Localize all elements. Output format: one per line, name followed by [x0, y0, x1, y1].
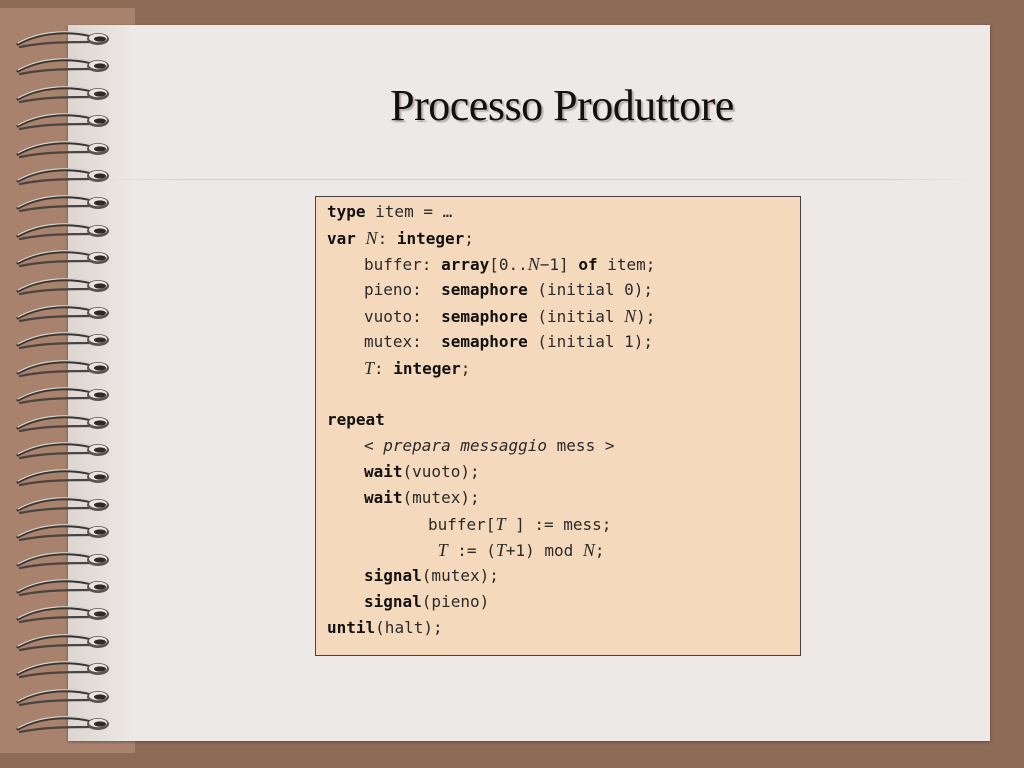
code-text: ; — [594, 541, 605, 560]
keyword: of — [578, 255, 598, 274]
spiral-ring — [16, 277, 109, 295]
code-text: (vuoto); — [402, 462, 480, 481]
spiral-ring — [16, 524, 109, 542]
spiral-ring — [16, 195, 109, 213]
spiral-ring — [16, 661, 109, 679]
code-line-mutex: mutex: semaphore (initial 1); — [364, 329, 653, 355]
keyword: type — [327, 202, 366, 221]
keyword: repeat — [327, 410, 385, 429]
spiral-ring — [16, 716, 109, 734]
code-text: buffer[ — [428, 515, 496, 534]
keyword: semaphore — [441, 307, 528, 326]
code-text: ] := mess; — [505, 515, 612, 534]
code-line-signal-pieno: signal(pieno) — [364, 589, 489, 615]
variable-name: N — [624, 306, 637, 326]
keyword: signal — [364, 592, 422, 611]
code-text: pieno: — [364, 280, 442, 299]
code-text: vuoto: — [364, 307, 442, 326]
code-text: item; — [597, 255, 656, 274]
spiral-ring — [16, 168, 109, 186]
code-text: (pieno) — [421, 592, 490, 611]
keyword: integer — [393, 359, 461, 378]
keyword: until — [327, 618, 376, 637]
keyword: var — [327, 229, 356, 248]
spiral-ring — [16, 113, 109, 131]
variable-name: N — [527, 254, 540, 274]
code-text: (initial 1); — [527, 332, 653, 351]
spiral-ring — [16, 140, 109, 158]
code-text: (halt); — [375, 618, 443, 637]
code-text: < — [364, 436, 384, 455]
code-text: := ( — [447, 541, 496, 560]
code-text: (mutex); — [402, 488, 480, 507]
spiral-ring — [16, 688, 109, 706]
code-line-signal-mutex: signal(mutex); — [364, 563, 499, 589]
code-text: mutex: — [364, 332, 442, 351]
code-text: item = … — [365, 202, 453, 221]
variable-name: T — [495, 540, 506, 560]
code-line-vuoto: vuoto: semaphore (initial N); — [364, 303, 655, 329]
spiral-ring — [16, 305, 109, 323]
spiral-ring — [16, 222, 109, 240]
code-text: −1] — [539, 255, 579, 274]
spiral-ring — [16, 551, 109, 569]
spiral-ring — [16, 496, 109, 514]
code-text: ; — [460, 359, 471, 378]
keyword: wait — [364, 462, 403, 481]
spiral-ring — [16, 606, 109, 624]
spiral-ring — [16, 633, 109, 651]
spiral-ring — [16, 414, 109, 432]
code-text: : — [374, 359, 394, 378]
spiral-ring — [16, 58, 109, 76]
code-line-buffer: buffer: array[0..N−1] of item; — [364, 251, 655, 277]
keyword: signal — [364, 566, 422, 585]
code-line-wait-vuoto: wait(vuoto); — [364, 459, 480, 485]
keyword: integer — [396, 229, 465, 248]
code-text: mess > — [547, 436, 615, 455]
code-line-type: type item = … — [327, 199, 452, 225]
code-line-wait-mutex: wait(mutex); — [364, 485, 480, 511]
code-line-var: var N: integer; — [327, 225, 474, 251]
code-text: buffer: — [364, 255, 442, 274]
keyword: wait — [364, 488, 403, 507]
spiral-ring — [16, 85, 109, 103]
code-line-pieno: pieno: semaphore (initial 0); — [364, 277, 653, 303]
code-line-until: until(halt); — [327, 615, 443, 641]
spiral-ring — [16, 387, 109, 405]
code-line-prepara: < prepara messaggio mess > — [364, 433, 614, 459]
keyword: semaphore — [441, 332, 528, 351]
code-text: [0.. — [489, 255, 528, 274]
code-text: ; — [464, 229, 474, 248]
spiral-ring — [16, 250, 109, 268]
variable-name: T — [364, 358, 375, 378]
title-divider — [100, 179, 972, 180]
code-text: +1) mod — [505, 541, 583, 560]
spiral-ring — [16, 442, 109, 460]
code-text: (initial 0); — [527, 280, 653, 299]
spiral-ring — [16, 579, 109, 597]
spiral-ring — [16, 332, 109, 350]
code-text: ); — [636, 307, 656, 326]
code-text: : — [377, 229, 397, 248]
code-block: type item = … var N: integer; buffer: ar… — [315, 196, 801, 656]
spiral-ring — [16, 31, 109, 49]
code-line-buffer-assign: buffer[T ] := mess; — [428, 511, 611, 537]
slide-background: Processo Produttore type item = … var N:… — [0, 0, 1024, 768]
spiral-ring — [16, 359, 109, 377]
italic-text: prepara messaggio — [383, 436, 548, 455]
variable-name: T — [495, 514, 506, 534]
variable-name: N — [365, 228, 378, 248]
keyword: array — [441, 255, 490, 274]
variable-name: N — [582, 540, 595, 560]
spiral-ring — [16, 469, 109, 487]
code-text: (initial — [527, 307, 625, 326]
code-text: (mutex); — [421, 566, 499, 585]
variable-name: T — [437, 540, 448, 560]
keyword: semaphore — [441, 280, 528, 299]
code-line-t: T: integer; — [364, 355, 470, 381]
code-line-t-assign: T := (T+1) mod N; — [428, 537, 605, 563]
code-line-repeat: repeat — [327, 407, 385, 433]
slide-title: Processo Produttore — [390, 81, 734, 130]
